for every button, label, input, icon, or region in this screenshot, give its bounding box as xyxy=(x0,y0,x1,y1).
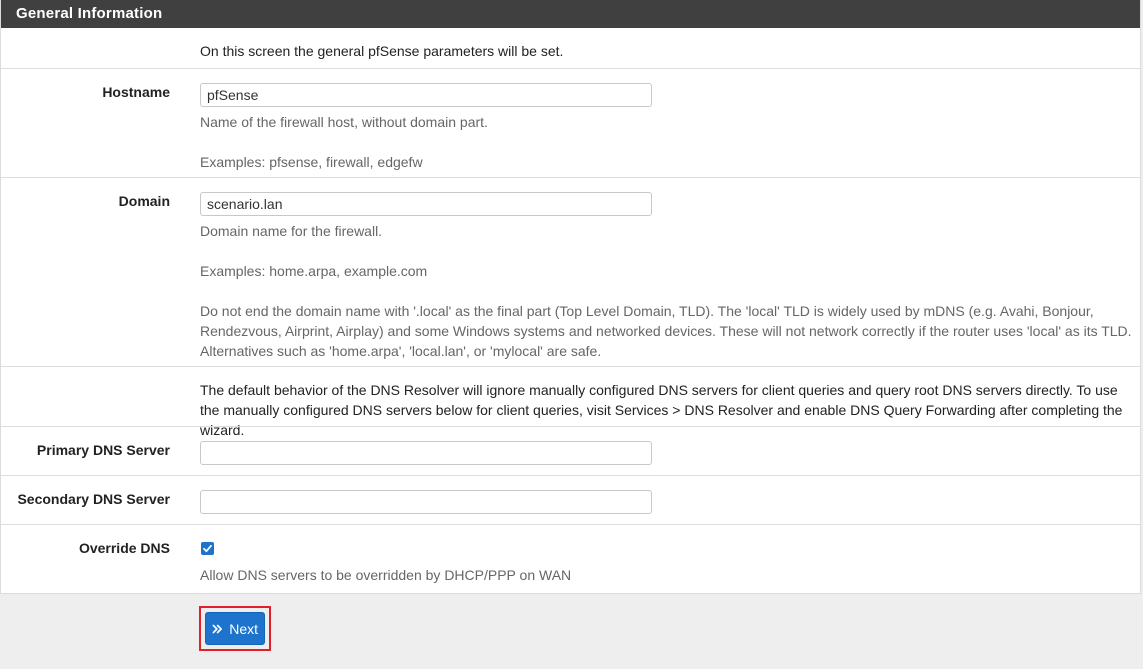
override-dns-label: Override DNS xyxy=(78,540,170,556)
domain-label: Domain xyxy=(118,193,170,209)
intro-text: On this screen the general pfSense param… xyxy=(200,43,564,59)
dns-note-row: The default behavior of the DNS Resolver… xyxy=(1,366,1140,438)
panel-title: General Information xyxy=(1,0,1140,28)
hostname-examples: Examples: pfsense, firewall, edgefw xyxy=(200,154,423,170)
primary-dns-row: Primary DNS Server xyxy=(1,426,1140,475)
checkmark-icon xyxy=(203,544,212,553)
primary-dns-label: Primary DNS Server xyxy=(36,442,170,458)
next-button-label: Next xyxy=(229,620,258,637)
secondary-dns-row: Secondary DNS Server xyxy=(1,475,1140,524)
next-button[interactable]: Next xyxy=(205,612,265,645)
secondary-dns-input[interactable] xyxy=(200,490,652,514)
hostname-help: Name of the firewall host, without domai… xyxy=(200,114,488,130)
hostname-input[interactable] xyxy=(200,83,652,107)
next-button-highlight: Next xyxy=(199,606,271,651)
hostname-row: Hostname Name of the firewall host, with… xyxy=(1,68,1140,177)
primary-dns-input[interactable] xyxy=(200,441,652,465)
override-dns-checkbox[interactable] xyxy=(201,542,214,555)
domain-row: Domain Domain name for the firewall. Exa… xyxy=(1,177,1140,366)
domain-help: Domain name for the firewall. xyxy=(200,223,383,239)
override-dns-help: Allow DNS servers to be overridden by DH… xyxy=(200,567,572,583)
double-chevron-right-icon xyxy=(212,624,222,633)
domain-tld-warning: Do not end the domain name with '.local'… xyxy=(200,303,1132,359)
intro-row: On this screen the general pfSense param… xyxy=(1,28,1140,68)
domain-examples: Examples: home.arpa, example.com xyxy=(200,263,428,279)
general-information-panel: General Information On this screen the g… xyxy=(0,0,1141,594)
override-dns-row: Override DNS Allow DNS servers to be ove… xyxy=(1,524,1140,593)
domain-input[interactable] xyxy=(200,192,652,216)
hostname-label: Hostname xyxy=(102,84,170,100)
secondary-dns-label: Secondary DNS Server xyxy=(17,491,170,507)
